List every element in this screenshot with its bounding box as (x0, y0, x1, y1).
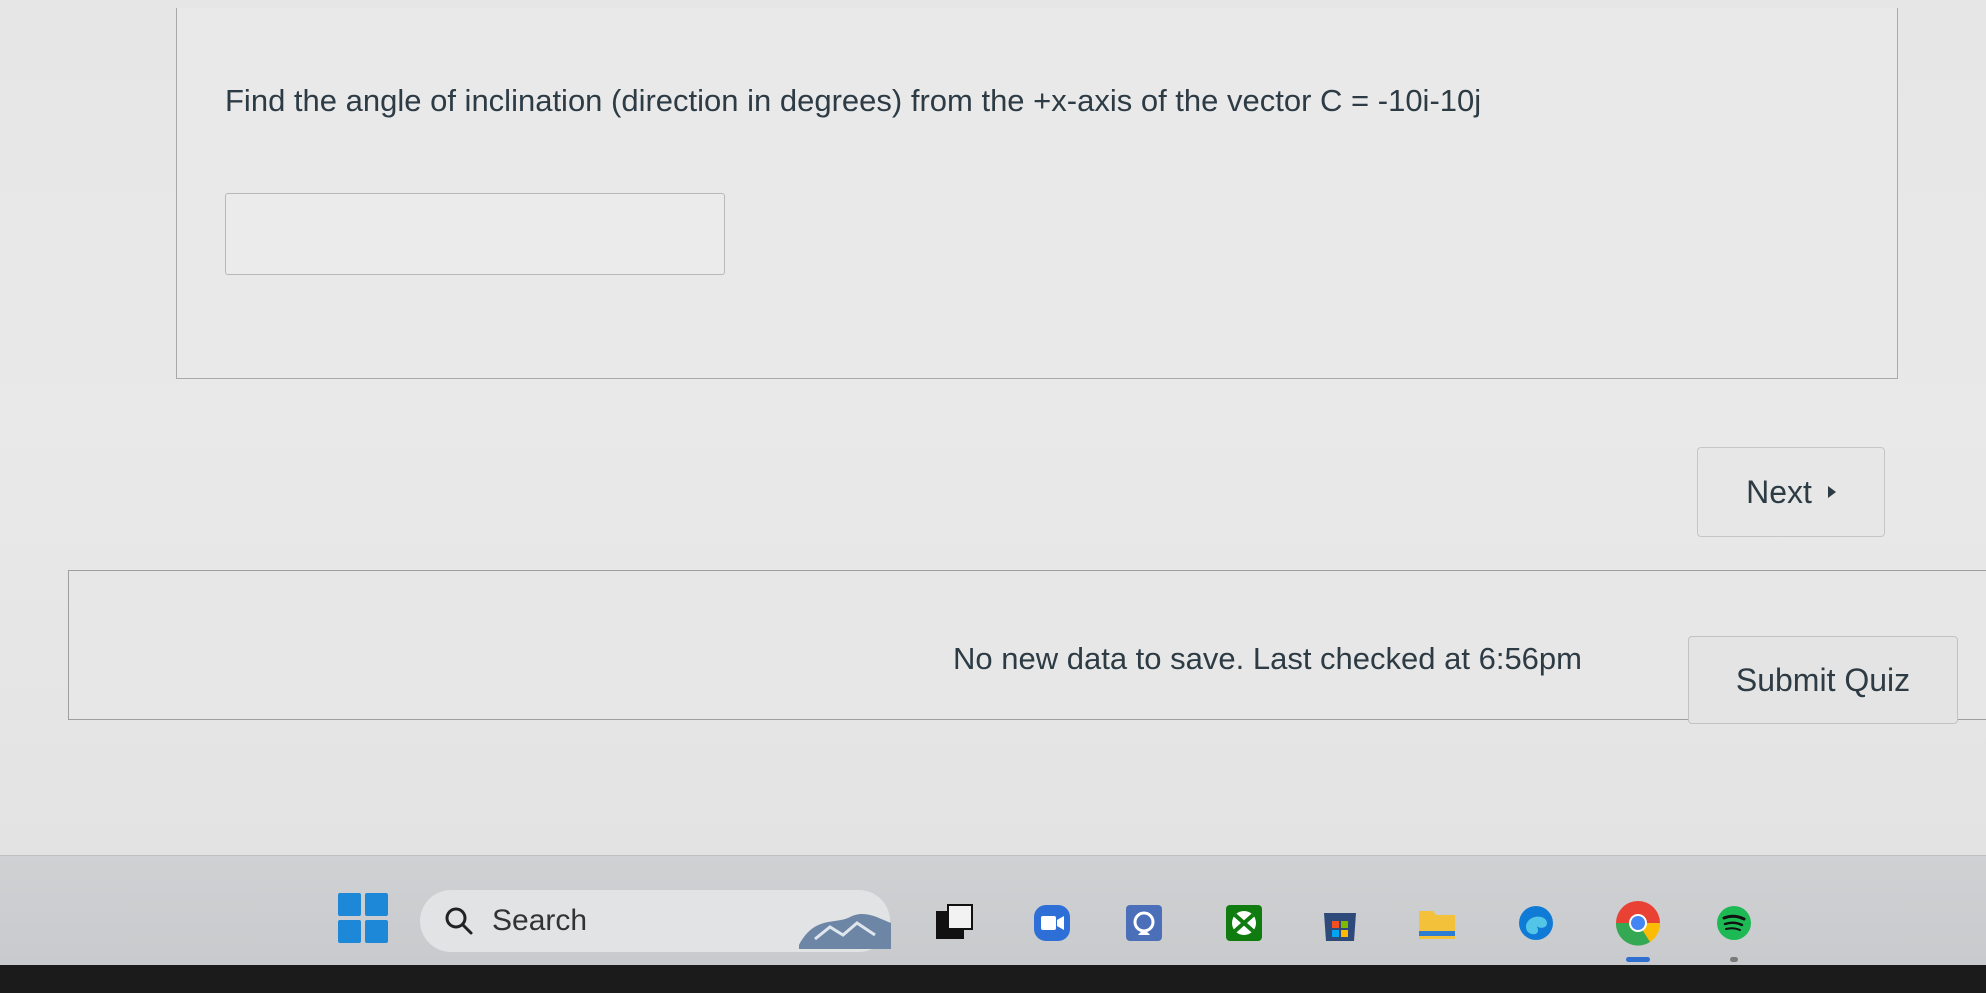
next-button[interactable]: Next (1697, 447, 1885, 537)
submit-quiz-button[interactable]: Submit Quiz (1688, 636, 1958, 724)
next-button-label: Next (1746, 473, 1812, 510)
xbox-icon[interactable] (1224, 903, 1264, 943)
task-view-icon[interactable] (934, 903, 974, 943)
zoom-icon[interactable] (1032, 903, 1072, 943)
running-app-indicator (1730, 957, 1738, 962)
answer-input[interactable] (225, 193, 725, 275)
weather-widget-icon[interactable] (795, 905, 895, 953)
chrome-icon[interactable] (1612, 897, 1664, 949)
edge-icon[interactable] (1516, 903, 1556, 943)
meeting-icon[interactable] (1124, 903, 1164, 943)
search-icon (445, 907, 473, 935)
spotify-icon[interactable] (1714, 903, 1754, 943)
question-text: Find the angle of inclination (direction… (225, 83, 1482, 118)
screen-bezel (0, 965, 1986, 993)
save-status: No new data to save. Last checked at 6:5… (953, 641, 1582, 676)
active-app-indicator (1626, 957, 1650, 962)
taskbar (0, 855, 1986, 966)
file-explorer-icon[interactable] (1417, 903, 1457, 943)
search-label: Search (492, 904, 588, 937)
windows-start-icon[interactable] (338, 893, 388, 943)
store-icon[interactable] (1320, 903, 1360, 943)
quiz-page: Find the angle of inclination (direction… (0, 0, 1986, 855)
caret-right-icon (1827, 486, 1836, 498)
question-card: Find the angle of inclination (direction… (176, 8, 1898, 379)
